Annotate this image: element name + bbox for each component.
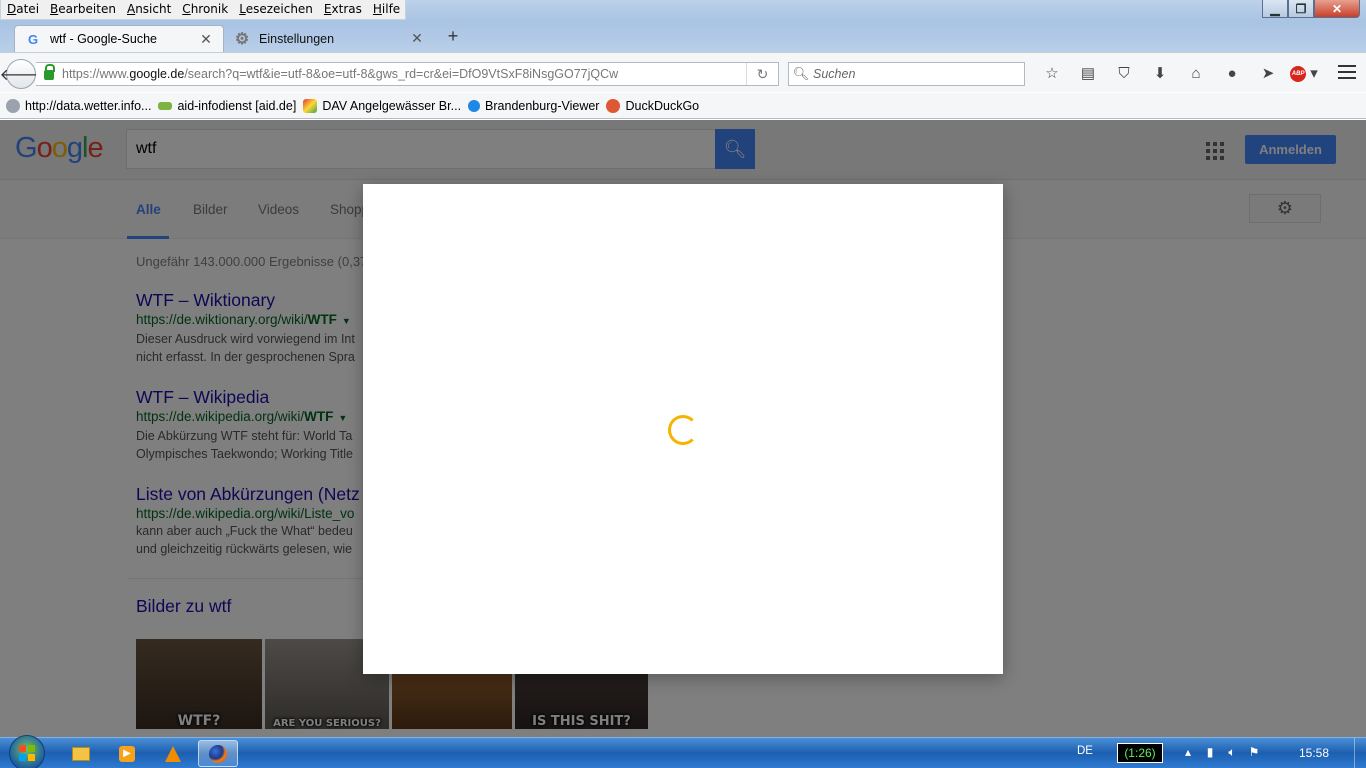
bookmark-label: http://data.wetter.info... (25, 98, 152, 113)
firefox-icon (209, 744, 227, 763)
tab-bar: G wtf - Google-Suche ✕ ⚙ Einstellungen ✕ (0, 22, 1366, 52)
reading-list-icon[interactable]: ▤ (1070, 63, 1106, 85)
bookmark-label: DAV Angelgewässer Br... (322, 98, 462, 113)
tab-label: Einstellungen (259, 31, 335, 46)
menu-chronik[interactable]: Chronik (176, 0, 233, 19)
close-tab-icon[interactable]: ✕ (410, 30, 424, 47)
menu-bearbeiten[interactable]: Bearbeiten (44, 0, 121, 19)
send-icon[interactable]: ➤ (1250, 63, 1286, 85)
start-button[interactable] (9, 735, 45, 768)
url-path: /search?q=wtf&ie=utf-8&oe=utf-8&gws_rd=c… (184, 67, 619, 81)
clock[interactable]: 15:58 (1299, 746, 1329, 760)
system-tray: ▴ ▮ 🔈︎ ⚑ (1180, 745, 1262, 760)
menu-hilfe[interactable]: Hilfe (367, 0, 405, 19)
bookmark-star-icon[interactable]: ☆ (1034, 63, 1070, 85)
url-bar[interactable]: https://www.google.de/search?q=wtf&ie=ut… (36, 62, 779, 86)
chat-icon[interactable]: ● (1214, 63, 1250, 85)
menu-ansicht[interactable]: Ansicht (121, 0, 176, 19)
taskbar-vlc[interactable] (153, 740, 193, 767)
hamburger-menu-icon[interactable] (1338, 65, 1356, 79)
action-center-flag-icon[interactable]: ⚑ (1246, 745, 1262, 760)
loading-dialog (363, 184, 1003, 674)
bookmark-label: aid-infodienst [aid.de] (177, 98, 297, 113)
bookmark-duckduckgo[interactable]: DuckDuckGo (606, 98, 700, 113)
search-bar[interactable]: 🔍︎ Suchen (788, 62, 1025, 86)
volume-icon[interactable]: 🔈︎ (1224, 745, 1240, 760)
bookmark-brandenburg[interactable]: Brandenburg-Viewer (468, 99, 599, 113)
adblock-plus-icon[interactable]: ABP ▾ (1286, 63, 1322, 85)
toolbar-icons: ☆ ▤ ⛉ ⬇ ⌂ ● ➤ ABP ▾ (1034, 63, 1322, 85)
vlc-icon (165, 745, 181, 762)
loading-spinner-icon (668, 415, 698, 445)
taskbar: ▶ DE (1:26) ▴ ▮ 🔈︎ ⚑ 15:58 (0, 735, 1366, 768)
maximize-button[interactable]: ❐ (1288, 0, 1314, 18)
tab-label: wtf - Google-Suche (50, 32, 157, 46)
taskbar-firefox[interactable] (198, 740, 238, 767)
bookmarks-toolbar: http://data.wetter.info... aid-infodiens… (0, 93, 1366, 119)
viewer-icon (468, 99, 481, 112)
windows-logo-icon (19, 745, 35, 761)
close-tab-icon[interactable]: ✕ (199, 31, 213, 48)
menu-bar: Datei Bearbeiten Ansicht Chronik Lesezei… (0, 0, 1366, 22)
bookmark-aid[interactable]: aid-infodienst [aid.de] (158, 99, 296, 113)
bookmark-dav[interactable]: DAV Angelgewässer Br... (303, 98, 462, 113)
new-tab-button[interactable]: + (443, 27, 463, 47)
bookmark-label: DuckDuckGo (625, 98, 700, 113)
search-icon: 🔍︎ (792, 66, 810, 81)
download-icon[interactable]: ⬇ (1142, 63, 1178, 85)
show-desktop-button[interactable] (1354, 738, 1366, 768)
menu-extras[interactable]: Extras (318, 0, 367, 19)
tab-settings[interactable]: ⚙ Einstellungen ✕ (226, 25, 432, 52)
battery-timer: (1:26) (1117, 743, 1163, 763)
pocket-icon[interactable]: ⛉ (1106, 63, 1142, 85)
tab-google-search[interactable]: G wtf - Google-Suche ✕ (14, 25, 224, 52)
search-placeholder: Suchen (813, 67, 856, 81)
media-player-icon: ▶ (119, 745, 135, 762)
gear-icon: ⚙ (234, 30, 250, 48)
taskbar-media-player[interactable]: ▶ (107, 740, 147, 767)
battery-icon[interactable]: ▮ (1202, 745, 1218, 760)
back-button[interactable]: 🡐 (0, 59, 42, 89)
menu-lesezeichen[interactable]: Lesezeichen (233, 0, 318, 19)
navigation-toolbar: 🡐 https://www.google.de/search?q=wtf&ie=… (0, 52, 1366, 92)
language-indicator[interactable]: DE (1077, 745, 1093, 757)
show-hidden-icons-icon[interactable]: ▴ (1180, 745, 1196, 760)
menu: Datei Bearbeiten Ansicht Chronik Lesezei… (0, 0, 407, 20)
minimize-button[interactable]: ▁ (1262, 0, 1288, 18)
url-domain: google.de (129, 67, 185, 81)
window-controls: ▁ ❐ ✕ (1262, 0, 1360, 18)
lock-icon[interactable] (44, 64, 55, 80)
reload-icon[interactable]: ↻ (746, 63, 778, 85)
close-window-button[interactable]: ✕ (1314, 0, 1360, 18)
map-icon (303, 98, 318, 113)
web-page: Google wtf 🔍︎ Anmelden Alle Bilder Video… (0, 120, 1366, 737)
aid-icon (158, 101, 173, 110)
bookmark-label: Brandenburg-Viewer (485, 98, 600, 113)
folder-icon (72, 746, 90, 761)
url-text[interactable]: https://www.google.de/search?q=wtf&ie=ut… (62, 67, 746, 81)
url-prefix: https://www. (62, 67, 130, 81)
bookmark-wetter[interactable]: http://data.wetter.info... (6, 98, 152, 113)
taskbar-explorer[interactable] (61, 740, 101, 767)
menu-datei[interactable]: Datei (1, 0, 44, 19)
duckduckgo-icon (606, 98, 621, 113)
globe-icon (6, 98, 20, 113)
google-g-icon: G (27, 31, 39, 47)
home-icon[interactable]: ⌂ (1178, 63, 1214, 85)
